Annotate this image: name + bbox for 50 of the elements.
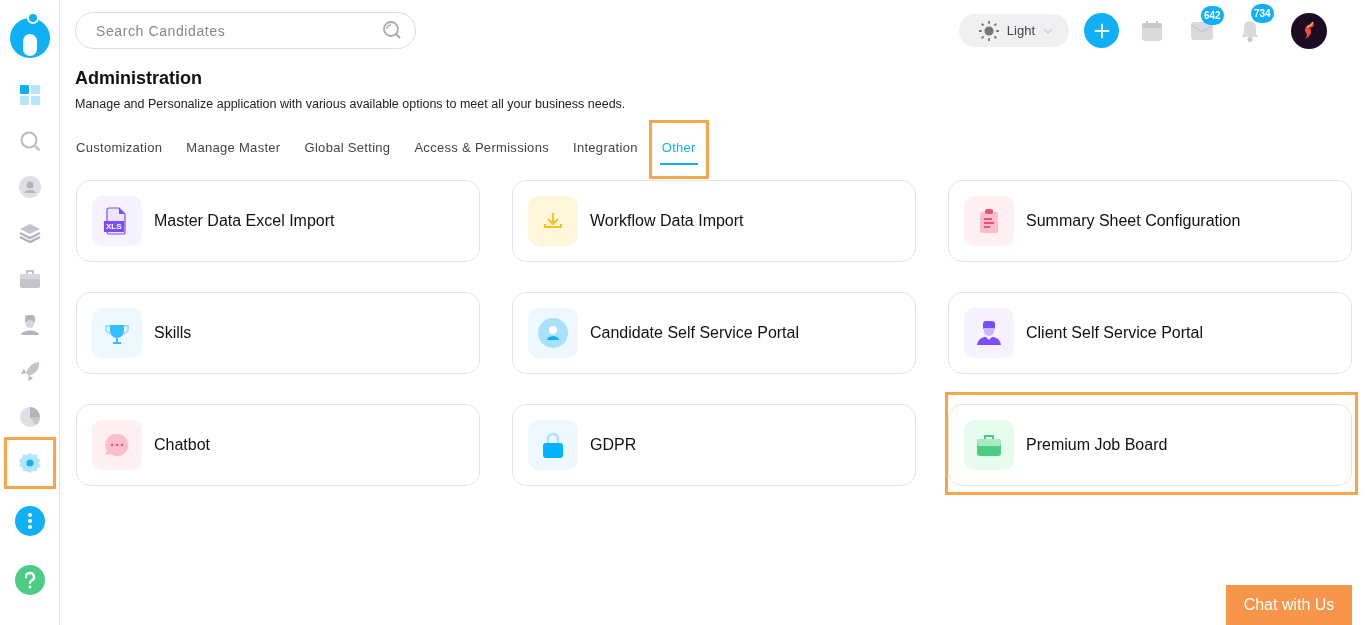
settings-card[interactable]: XLS Master Data Excel Import xyxy=(76,180,480,262)
count-badge: 734 xyxy=(1251,3,1274,23)
layers-icon[interactable] xyxy=(18,222,41,244)
search-field[interactable]: Search Candidates xyxy=(75,12,416,49)
avatar[interactable] xyxy=(1291,12,1327,49)
search-icon xyxy=(382,20,402,40)
user-icon xyxy=(537,317,569,349)
briefcase-icon[interactable] xyxy=(18,268,41,290)
chevron-down-icon xyxy=(1043,27,1053,34)
settings-card[interactable]: Summary Sheet Configuration xyxy=(948,180,1352,262)
person-icon[interactable] xyxy=(18,314,41,336)
search-icon[interactable] xyxy=(18,130,41,152)
card-title: Chatbot xyxy=(154,436,211,454)
help-icon[interactable] xyxy=(14,565,45,595)
calendar-icon[interactable] xyxy=(1141,19,1163,42)
settings-icon[interactable] xyxy=(18,452,41,474)
theme-toggle[interactable]: Light xyxy=(958,14,1069,47)
sun-icon xyxy=(978,20,999,41)
plus-icon xyxy=(1092,21,1111,40)
page-title: Administration xyxy=(75,68,203,89)
settings-card[interactable]: Candidate Self Service Portal xyxy=(512,292,916,374)
tab[interactable]: Access & Permissions xyxy=(412,134,551,165)
card-title: Skills xyxy=(154,324,192,342)
add-button[interactable] xyxy=(1084,13,1119,48)
settings-card[interactable]: Premium Job Board xyxy=(948,404,1352,486)
user-icon[interactable] xyxy=(18,176,41,198)
settings-card[interactable]: Workflow Data Import xyxy=(512,180,916,262)
card-title: Master Data Excel Import xyxy=(154,212,335,230)
mail-icon[interactable] xyxy=(1191,21,1213,40)
card-title: Workflow Data Import xyxy=(590,212,744,230)
card-title: Client Self Service Portal xyxy=(1026,324,1203,342)
card-title: Premium Job Board xyxy=(1026,436,1168,454)
pie-chart-icon[interactable] xyxy=(18,406,41,428)
tab[interactable]: Customization xyxy=(74,134,165,165)
settings-card[interactable]: Chatbot xyxy=(76,404,480,486)
file-type-label: XLS xyxy=(104,221,124,232)
settings-card[interactable]: Client Self Service Portal xyxy=(948,292,1352,374)
more-icon[interactable] xyxy=(14,506,45,536)
card-title: Summary Sheet Configuration xyxy=(1026,212,1241,230)
bell-icon[interactable] xyxy=(1241,19,1259,42)
tab[interactable]: Manage Master xyxy=(184,134,283,165)
settings-card[interactable]: Skills xyxy=(76,292,480,374)
settings-card[interactable]: GDPR xyxy=(512,404,916,486)
dashboard-icon[interactable] xyxy=(18,84,41,106)
count-badge: 642 xyxy=(1201,5,1224,25)
page-description: Manage and Personalize application with various available options to meet all your business needs. xyxy=(75,97,627,111)
tab[interactable]: Global Setting xyxy=(302,134,393,165)
card-title: GDPR xyxy=(590,436,637,454)
tab[interactable]: Integration xyxy=(571,134,640,165)
card-title: Candidate Self Service Portal xyxy=(590,324,799,342)
